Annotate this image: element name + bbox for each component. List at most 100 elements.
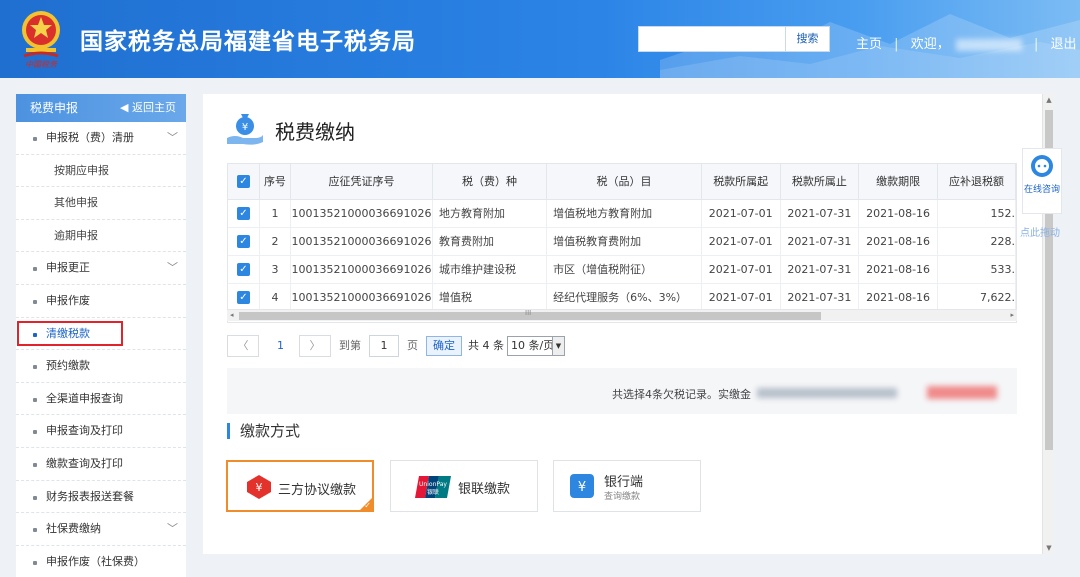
drag-hint: 点此拖动: [1020, 228, 1060, 239]
chevron-down-icon: ﹀: [167, 131, 178, 144]
national-tax-emblem-icon: 中国税务: [22, 11, 60, 69]
svg-text:¥: ¥: [578, 480, 586, 495]
welcome-text: 欢迎，: [910, 37, 950, 52]
svg-text:¥: ¥: [256, 481, 263, 494]
money-bag-hand-icon: ¥: [227, 114, 263, 145]
current-page[interactable]: 1: [277, 335, 284, 357]
table-row[interactable]: ✓ 4 10013521000036691026 增值税 经纪代理服务（6%、3…: [228, 283, 1016, 312]
back-arrow-icon: ◀: [120, 101, 132, 114]
sidebar-item-correction[interactable]: 申报更正 ﹀: [16, 252, 186, 285]
sidebar-item-all-channel-query[interactable]: 全渠道申报查询: [16, 383, 186, 416]
cell-deadline: 2021-08-16: [858, 199, 938, 228]
row-checkbox[interactable]: ✓: [236, 235, 250, 248]
sidebar-item-void-social[interactable]: 申报作废（社保费）: [16, 546, 186, 577]
confirm-page-button[interactable]: 确定: [426, 336, 462, 356]
payment-sublabel: 查询缴款: [604, 492, 641, 502]
search-button[interactable]: 搜索: [786, 26, 830, 52]
row-checkbox[interactable]: ✓: [236, 263, 250, 276]
scroll-thumb[interactable]: III: [239, 309, 821, 320]
cell-start: 2021-07-01: [701, 227, 781, 256]
column-header: 序号: [259, 164, 292, 200]
cell-deadline: 2021-08-16: [858, 283, 938, 312]
scroll-right-icon[interactable]: ▸: [1010, 311, 1014, 319]
table-row[interactable]: ✓ 3 10013521000036691026 城市维护建设税 市区（增值税附…: [228, 255, 1016, 284]
column-header: 应征凭证序号: [290, 164, 433, 200]
sidebar-item-declaration-print[interactable]: 申报查询及打印: [16, 415, 186, 448]
dropdown-arrow-icon: ▼: [552, 337, 564, 355]
header-separator: |: [894, 37, 899, 52]
cell-amount: 228.: [937, 227, 1016, 256]
cell-end: 2021-07-31: [780, 227, 860, 256]
cell-voucher: 10013521000036691026: [290, 199, 433, 228]
sidebar-item-periodic[interactable]: 按期应申报: [16, 155, 186, 188]
cell-end: 2021-07-31: [780, 255, 860, 284]
prev-page-button[interactable]: 〈: [227, 335, 259, 357]
tax-table: ✓ 序号 应征凭证序号 税（费）种 税（品）目 税款所属起 税款所属止 缴款期限…: [227, 163, 1017, 323]
sidebar-item-financial-report[interactable]: 财务报表报送套餐: [16, 481, 186, 514]
sidebar-item-social-insurance[interactable]: 社保费缴纳 ﹀: [16, 513, 186, 546]
user-name-redacted: [955, 38, 1022, 51]
svg-text:银联: 银联: [427, 488, 439, 496]
payment-method-bank[interactable]: ¥ 银行端 查询缴款: [553, 460, 701, 512]
table-row[interactable]: ✓ 1 10013521000036691026 地方教育附加 增值税地方教育附…: [228, 199, 1016, 228]
svg-text:UnionPay: UnionPay: [419, 481, 447, 488]
row-checkbox[interactable]: ✓: [236, 291, 250, 304]
svg-text:中国税务: 中国税务: [25, 60, 58, 69]
check-icon: ✓: [364, 501, 371, 510]
chevron-down-icon: ﹀: [167, 522, 178, 536]
cell-amount: 7,622.: [937, 283, 1016, 312]
cell-deadline: 2021-08-16: [858, 255, 938, 284]
sidebar-title: 税费申报: [30, 101, 79, 115]
cell-voucher: 10013521000036691026: [290, 283, 433, 312]
highlight-box: [17, 321, 123, 346]
cell-tax-type: 地方教育附加: [432, 199, 548, 228]
scroll-down-icon[interactable]: ▼: [1045, 544, 1053, 552]
home-link[interactable]: 主页: [856, 33, 882, 52]
column-header: 应补退税额: [937, 164, 1016, 200]
header-bar: 中国税务 国家税务总局福建省电子税务局 搜索 主页 | 欢迎， | 退出: [0, 0, 1080, 78]
search-input[interactable]: [638, 26, 786, 52]
cell-start: 2021-07-01: [701, 283, 781, 312]
table-horizontal-scrollbar[interactable]: ◂ III ▸: [227, 309, 1017, 321]
headset-chat-icon: [1031, 155, 1053, 177]
column-header: 税款所属起: [701, 164, 781, 200]
header-separator: |: [1033, 37, 1039, 52]
back-home-link[interactable]: ◀ 返回主页: [120, 94, 176, 122]
cell-no: 1: [259, 199, 292, 228]
sidebar-item-payment-print[interactable]: 缴款查询及打印: [16, 448, 186, 481]
cell-item: 增值税地方教育附加: [546, 199, 702, 228]
online-help-widget[interactable]: 在线咨询: [1022, 148, 1062, 214]
payment-method-three-party[interactable]: ¥ 三方协议缴款 ✓: [226, 460, 374, 512]
sidebar-item-void[interactable]: 申报作废: [16, 285, 186, 318]
summary-text: 共选择4条欠税记录。实缴金: [612, 388, 751, 401]
payment-method-unionpay[interactable]: UnionPay 银联 银联缴款: [390, 460, 538, 512]
cell-start: 2021-07-01: [701, 199, 781, 228]
page-size-select[interactable]: 10 条/页 ▼: [507, 336, 565, 356]
sidebar-item-appointment[interactable]: 预约缴款: [16, 350, 186, 383]
scroll-up-icon[interactable]: ▲: [1045, 96, 1053, 104]
unionpay-logo-icon: UnionPay 银联: [415, 476, 451, 498]
cell-start: 2021-07-01: [701, 255, 781, 284]
select-all-checkbox[interactable]: ✓: [236, 175, 250, 189]
sidebar-item-overdue[interactable]: 逾期申报: [16, 220, 186, 253]
sidebar-header: 税费申报 ◀ 返回主页: [16, 94, 186, 122]
scroll-left-icon[interactable]: ◂: [230, 311, 234, 319]
payment-label: 银联缴款: [458, 482, 511, 497]
sidebar-item-other[interactable]: 其他申报: [16, 187, 186, 220]
amount-redacted: [757, 388, 897, 398]
column-header: 税（费）种: [432, 164, 548, 200]
column-header: 税（品）目: [546, 164, 702, 200]
site-title: 国家税务总局福建省电子税务局: [80, 29, 416, 55]
page-unit-label: 页: [407, 339, 418, 352]
amount-redacted-highlight: [927, 386, 997, 399]
logout-link[interactable]: 退出: [1051, 33, 1077, 52]
summary-bar: 共选择4条欠税记录。实缴金: [227, 368, 1017, 414]
cell-amount: 152.: [937, 199, 1016, 228]
row-checkbox[interactable]: ✓: [236, 207, 250, 220]
table-row[interactable]: ✓ 2 10013521000036691026 教育费附加 增值税教育费附加 …: [228, 227, 1016, 256]
page-number-input[interactable]: 1: [369, 335, 399, 357]
column-header: 税款所属止: [780, 164, 860, 200]
next-page-button[interactable]: 〉: [299, 335, 331, 357]
online-help-label: 在线咨询: [1023, 185, 1060, 195]
sidebar-item-declaration-list[interactable]: 申报税（费）清册 ﹀: [16, 122, 186, 155]
